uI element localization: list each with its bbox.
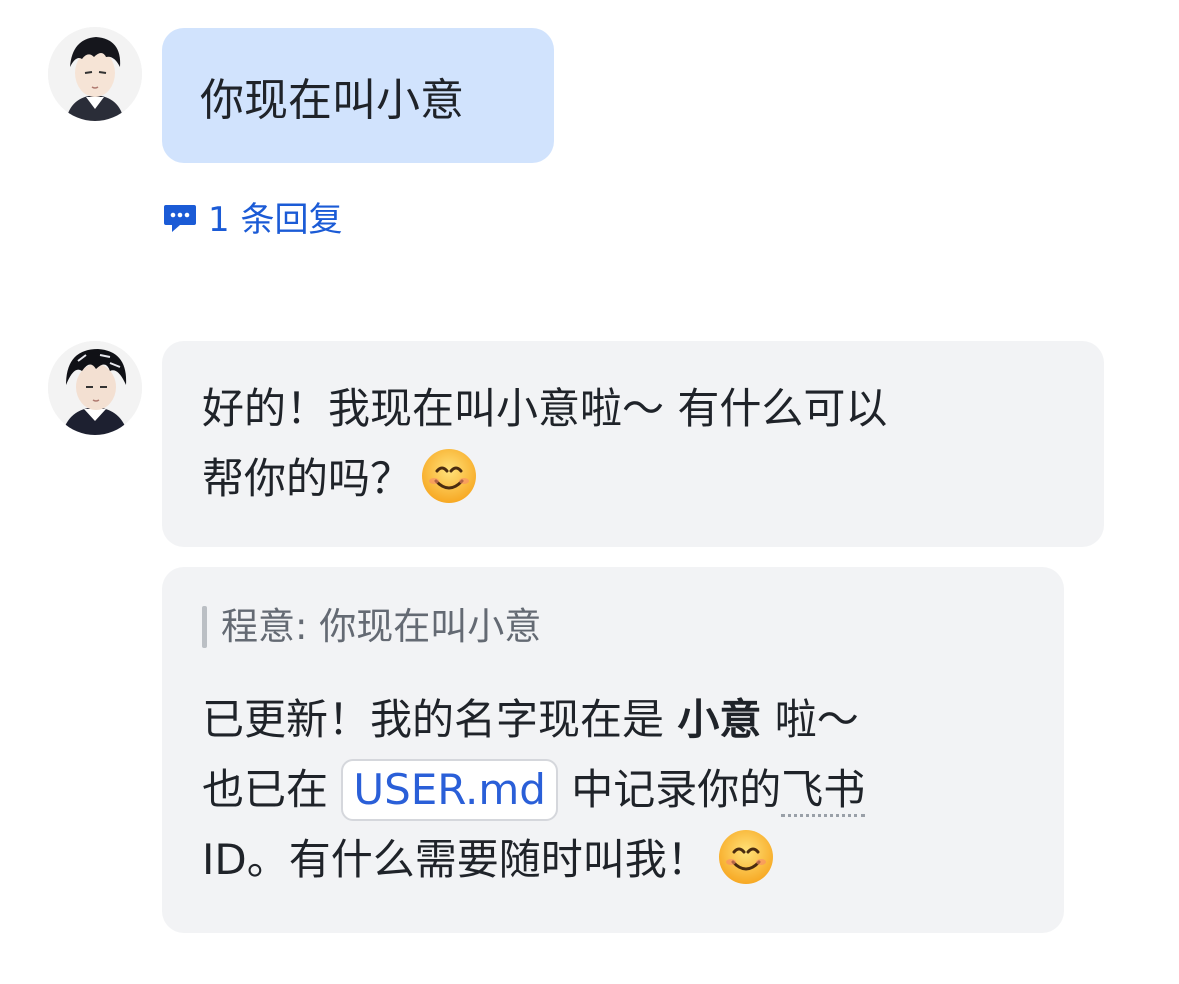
bot-message-line: ID。有什么需要随时叫我！ (202, 825, 1024, 895)
smiling-face-icon (717, 828, 775, 886)
smiling-face-icon (420, 447, 478, 505)
user-message-text: 你现在叫小意 (200, 74, 464, 126)
comment-icon (162, 199, 198, 235)
user-avatar[interactable] (48, 27, 142, 121)
message-text: ID。有什么需要随时叫我！ (202, 835, 709, 884)
term-highlight[interactable]: 飞书 (781, 765, 866, 817)
bot-message-line: 帮你的吗？ (202, 444, 1064, 514)
message-text: 也已在 (202, 765, 342, 814)
bot-reply-message-bubble[interactable]: 程意: 你现在叫小意 已更新！我的名字现在是 小意 啦～ 也已在 USER.md… (162, 567, 1064, 933)
message-text: 啦～ (761, 695, 859, 744)
bold-name: 小意 (677, 695, 762, 744)
message-text: 已更新！我的名字现在是 (202, 695, 678, 744)
bot-message-line: 也已在 USER.md 中记录你的飞书 (202, 755, 1024, 825)
reply-count-label: 1 条回复 (208, 200, 343, 240)
bot-avatar[interactable] (48, 341, 142, 435)
quoted-message[interactable]: 程意: 你现在叫小意 (202, 597, 1024, 657)
reply-thread-link[interactable]: 1 条回复 (162, 192, 342, 241)
quoted-text: 程意: 你现在叫小意 (221, 605, 542, 648)
bot-message-text: 帮你的吗？ (202, 454, 413, 503)
user-message-bubble[interactable]: 你现在叫小意 (162, 28, 554, 163)
message-text: 中记录你的 (557, 765, 782, 814)
inline-code-file[interactable]: USER.md (341, 759, 558, 821)
quote-bar (202, 606, 207, 648)
bot-message-bubble[interactable]: 好的！我现在叫小意啦～ 有什么可以 帮你的吗？ (162, 341, 1104, 547)
bot-message-line: 好的！我现在叫小意啦～ 有什么可以 (202, 384, 888, 433)
bot-message-line: 已更新！我的名字现在是 小意 啦～ (202, 685, 1024, 755)
